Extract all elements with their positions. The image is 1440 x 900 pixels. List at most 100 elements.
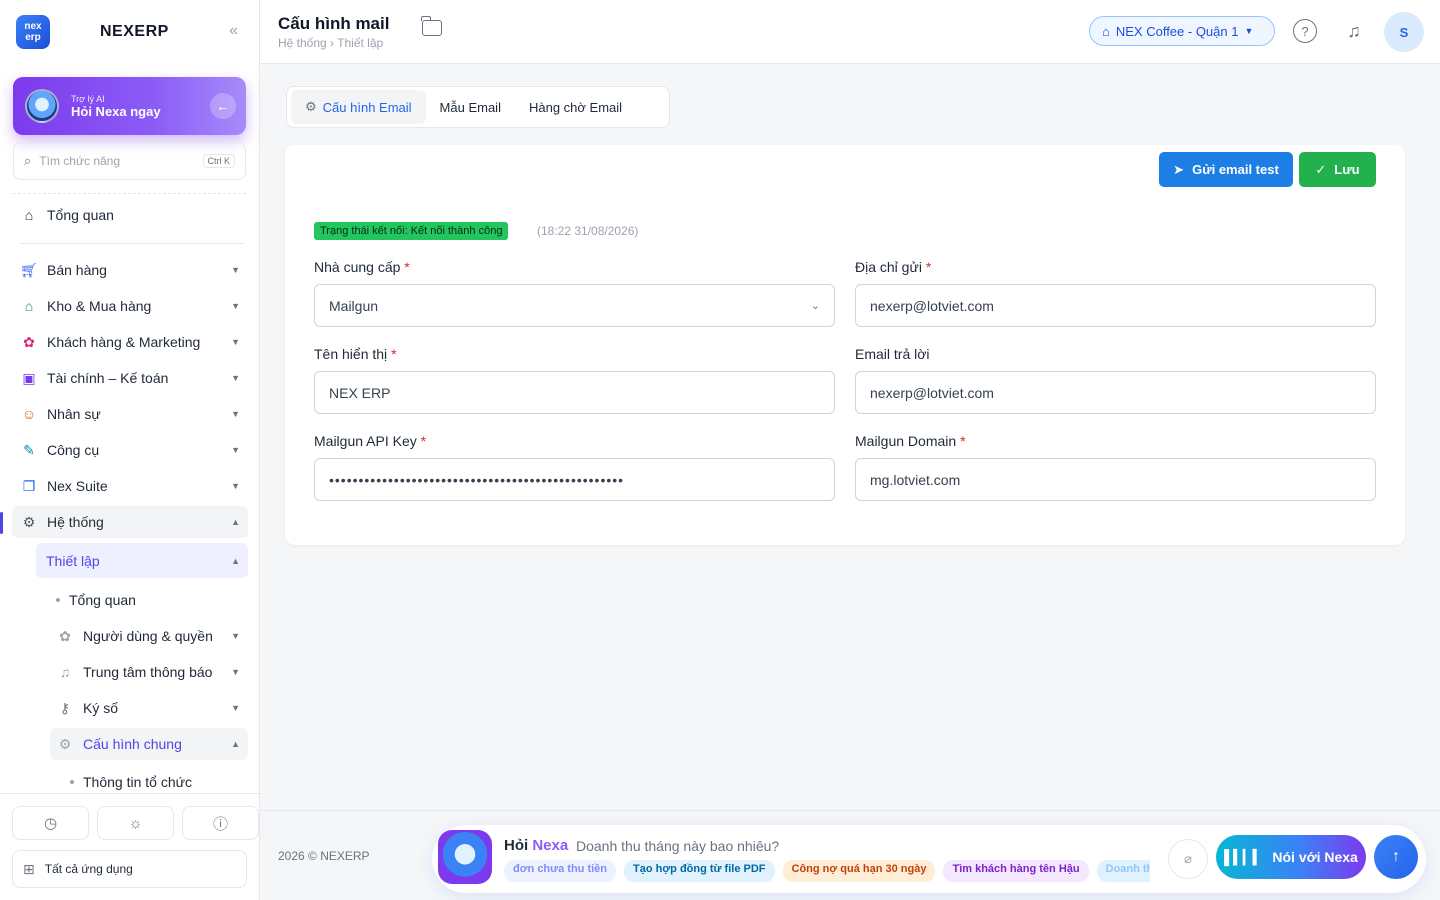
- from-address-label: Địa chỉ gửi *: [855, 259, 932, 275]
- api-key-field[interactable]: ••••••••••••••••••••••••••••••••••••••••…: [314, 458, 835, 501]
- display-name-field[interactable]: NEX ERP: [314, 371, 835, 414]
- sidebar-subitem-users-roles[interactable]: ✿ Người dùng & quyền ▼: [50, 620, 248, 652]
- alert-icon: ⓘ: [212, 815, 228, 833]
- suggestion-chip[interactable]: Tạo hợp đồng từ file PDF: [624, 860, 775, 882]
- chevron-down-icon: ▼: [1244, 26, 1254, 36]
- ai-chat-bar: Hỏi Nexa Doanh thu tháng này bao nhiêu? …: [432, 825, 1426, 893]
- sidebar-subitem-general-config[interactable]: ⚙ Cấu hình chung ▲: [50, 728, 248, 760]
- brand-logo[interactable]: nex erp: [16, 15, 50, 49]
- chat-input[interactable]: Doanh thu tháng này bao nhiêu?: [576, 838, 779, 854]
- ai-assistant-card[interactable]: Trợ lý AI Hỏi Nexa ngay ←: [13, 77, 246, 135]
- sidebar-item-label: Nhân sự: [47, 406, 101, 422]
- check-icon: ✓: [1315, 161, 1327, 177]
- branch-selector[interactable]: ⌂ NEX Coffee - Quận 1 ▼: [1089, 16, 1275, 46]
- collapse-sidebar-icon[interactable]: «: [229, 22, 238, 40]
- provider-select[interactable]: Mailgun ⌄: [314, 284, 835, 327]
- brand-name: NEXERP: [100, 23, 169, 40]
- help-icon[interactable]: ?: [1293, 19, 1317, 43]
- sidebar-item-label: Kho & Mua hàng: [47, 298, 152, 314]
- bell-icon[interactable]: ♫: [1342, 19, 1366, 43]
- sidebar-item-hr[interactable]: ☺ Nhân sự ▼: [12, 398, 248, 430]
- voice-wave-icon: ▌▍▎▍: [1224, 848, 1263, 865]
- avatar[interactable]: S: [1384, 12, 1424, 52]
- chevron-down-icon: ▼: [231, 631, 240, 641]
- tab-bar: ⚙ Cấu hình Email Mẫu Email Hàng chờ Emai…: [286, 86, 670, 128]
- save-button[interactable]: ✓ Lưu: [1299, 152, 1376, 187]
- chevron-down-icon: ▼: [231, 301, 240, 311]
- report-button[interactable]: ⓘ: [182, 806, 259, 840]
- sidebar-item-crm[interactable]: ✿ Khách hàng & Marketing ▼: [12, 326, 248, 358]
- folder-icon[interactable]: [421, 16, 442, 36]
- sidebar-item-overview[interactable]: ⌂ Tổng quan: [12, 199, 248, 231]
- cart-icon: 🛒︎: [20, 261, 38, 278]
- top-header: Cấu hình mail Hệ thống › Thiết lập ⌂ NEX…: [260, 0, 1440, 64]
- sidebar-item-label: Nex Suite: [47, 478, 108, 494]
- tab-label: Hàng chờ Email: [528, 99, 623, 115]
- tab-email-queue[interactable]: Hàng chờ Email: [515, 90, 636, 124]
- suggestion-chip[interactable]: Công nợ quá hạn 30 ngày: [782, 860, 936, 882]
- suggestion-chip[interactable]: đơn chưa thu tiền: [504, 860, 617, 882]
- reply-to-field[interactable]: nexerp@lotviet.com: [855, 371, 1376, 414]
- sidebar-item-nex-suite[interactable]: ❐ Nex Suite ▼: [12, 470, 248, 502]
- theme-button[interactable]: ☼: [97, 806, 174, 840]
- sidebar-item-system[interactable]: ⚙ Hệ thống ▲: [12, 506, 248, 538]
- search-input[interactable]: Tìm chức năng: [39, 154, 120, 168]
- bullet-icon: [70, 780, 74, 784]
- bell-icon: ♫: [59, 664, 71, 680]
- history-button[interactable]: ◷: [12, 806, 89, 840]
- gear-icon: ⚙: [305, 99, 317, 114]
- from-address-field[interactable]: nexerp@lotviet.com: [855, 284, 1376, 327]
- button-label: Gửi email test: [1192, 162, 1279, 177]
- sidebar-search[interactable]: ⌕ Tìm chức năng Ctrl K: [13, 142, 246, 180]
- send-test-email-button[interactable]: ➤ Gửi email test: [1159, 152, 1293, 187]
- sidebar-item-label: Cấu hình chung: [83, 736, 182, 752]
- display-name-value: NEX ERP: [329, 384, 391, 401]
- breadcrumb[interactable]: Hệ thống › Thiết lập: [278, 36, 383, 50]
- sidebar-subitem-overview[interactable]: Tổng quan: [50, 584, 248, 616]
- from-address-value: nexerp@lotviet.com: [870, 297, 994, 314]
- sidebar-item-label: Trung tâm thông báo: [83, 664, 213, 680]
- talk-to-nexa-button[interactable]: ▌▍▎▍ Nói với Nexa: [1216, 835, 1366, 879]
- sidebar-item-inventory[interactable]: ⌂ Kho & Mua hàng ▼: [12, 290, 248, 322]
- person-icon: ☺: [21, 406, 37, 422]
- chevron-down-icon: ▼: [231, 373, 240, 383]
- sidebar-item-tools[interactable]: ✎ Công cụ ▼: [12, 434, 248, 466]
- divider: [20, 243, 244, 244]
- users-icon: ✿: [23, 333, 35, 350]
- sidebar-subitem-notifications[interactable]: ♫ Trung tâm thông báo ▼: [50, 656, 248, 688]
- gear-icon: ⚙: [22, 513, 36, 530]
- chevron-down-icon: ▼: [231, 445, 240, 455]
- ai-card-title: Hỏi Nexa ngay: [71, 103, 161, 119]
- users-icon: ✿: [59, 627, 71, 644]
- attach-icon[interactable]: ⌀: [1168, 839, 1208, 879]
- chevron-down-icon: ▼: [231, 481, 240, 491]
- page-title: Cấu hình mail: [278, 14, 390, 33]
- all-apps-button[interactable]: ⊞ Tất cả ứng dụng: [12, 850, 247, 888]
- chevron-down-icon: ⌄: [810, 300, 820, 312]
- suggestion-chip[interactable]: Doanh thu tuần: [1096, 860, 1150, 882]
- all-apps-label: Tất cả ứng dụng: [44, 862, 133, 876]
- sidebar-item-setup[interactable]: Thiết lập ▲: [36, 543, 248, 578]
- send-arrow-icon[interactable]: ↑: [1374, 835, 1418, 879]
- suggestion-chip[interactable]: Tìm khách hàng tên Hậu: [943, 860, 1089, 882]
- footer: 2026 © NEXERP Hỏi Nexa Doanh thu tháng n…: [260, 810, 1440, 900]
- api-key-label: Mailgun API Key *: [314, 433, 427, 449]
- domain-field[interactable]: mg.lotviet.com: [855, 458, 1376, 501]
- document-icon: ❐: [22, 477, 36, 494]
- bullet-icon: [56, 598, 60, 602]
- sidebar-item-sales[interactable]: 🛒︎ Bán hàng ▼: [12, 254, 248, 286]
- provider-label: Nhà cung cấp *: [314, 259, 410, 275]
- ai-card-subtitle: Trợ lý AI: [71, 93, 105, 104]
- sidebar-subitem-digital-sign[interactable]: ⚷ Ký số ▼: [50, 692, 248, 724]
- chevron-up-icon: ▲: [231, 555, 240, 566]
- email-config-card: ➤ Gửi email test ✓ Lưu Trạng thái kết nố…: [285, 145, 1405, 545]
- robot-avatar-icon: [438, 830, 492, 884]
- reply-to-value: nexerp@lotviet.com: [870, 384, 994, 401]
- sun-icon: ☼: [128, 814, 143, 832]
- arrow-left-icon[interactable]: ←: [210, 93, 236, 119]
- chevron-down-icon: ▼: [231, 667, 240, 677]
- tab-email-config[interactable]: ⚙ Cấu hình Email: [291, 90, 426, 124]
- sidebar-item-finance[interactable]: ▣ Tài chính – Kế toán ▼: [12, 362, 248, 394]
- clock-icon: ◷: [43, 815, 58, 832]
- tab-email-templates[interactable]: Mẫu Email: [426, 90, 515, 124]
